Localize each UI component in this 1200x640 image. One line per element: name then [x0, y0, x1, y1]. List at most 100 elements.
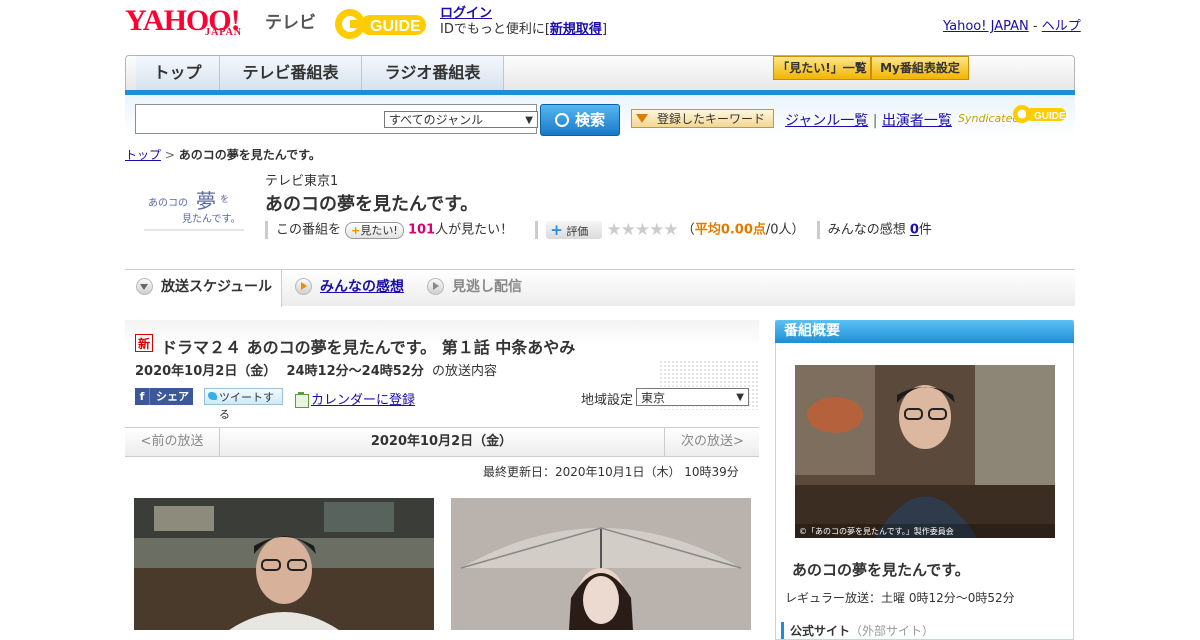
search-button[interactable]: 検索 [540, 104, 620, 136]
program-overview-heading: 番組概要 [775, 320, 1074, 343]
dropdown-arrow-icon: ▼ [525, 115, 533, 126]
dropdown-arrow-icon: ▼ [736, 392, 744, 403]
login-prompt: IDでもっと便利に[ [440, 22, 550, 37]
nav-tab-top[interactable]: トップ [136, 56, 220, 90]
impressions-label: みんなの感想 [827, 222, 906, 238]
circle-arrow-right-icon [427, 277, 444, 295]
meta-divider [816, 221, 820, 239]
average-people: /0人） [765, 222, 805, 238]
gguide-logo-icon[interactable]: GUIDE [334, 6, 432, 42]
episode-datetime: 2020年10月2日（金） 24時12分～24時52分 の放送内容 [135, 360, 497, 379]
tab-broadcast-schedule-label: 放送スケジュール [161, 279, 273, 295]
mitai-suffix: 人が見たい！ [435, 222, 514, 238]
previous-broadcast-link[interactable]: <前の放送 [125, 428, 220, 456]
tab-broadcast-schedule[interactable]: 放送スケジュール [136, 270, 272, 306]
my-schedule-settings-button[interactable]: My番組表設定 [871, 56, 969, 80]
episode-suffix: の放送内容 [431, 364, 497, 379]
nav-tab-tv-schedule[interactable]: テレビ番組表 [220, 56, 362, 90]
facebook-icon: f [135, 388, 150, 405]
yahoo-japan-logo-text: JAPAN [205, 27, 243, 38]
help-separator: - [1032, 19, 1038, 34]
rating-stars-icon: ★★★★★ [606, 220, 678, 240]
mitai-count: 101 [407, 222, 436, 238]
twitter-bird-icon [208, 392, 217, 400]
performer-list-link[interactable]: 出演者一覧 [882, 113, 952, 129]
episode-time: 24時12分～24時52分 [286, 364, 424, 379]
plus-icon: + [550, 221, 563, 239]
want-list-button[interactable]: 「見たい!」一覧 [773, 56, 871, 80]
genre-list-link[interactable]: ジャンル一覧 [785, 113, 868, 129]
search-links-divider: | [872, 113, 878, 129]
svg-text:見たんです。: 見たんです。 [182, 213, 241, 225]
tab-impressions-link[interactable]: みんなの感想 [320, 279, 404, 295]
episode-photo-man[interactable] [134, 498, 434, 630]
genre-select[interactable]: すべてのジャンル ▼ [384, 111, 538, 128]
registered-keyword-label: 登録したキーワード [656, 112, 765, 126]
average-score: 平均0.00点 [694, 222, 766, 238]
search-button-label: 検索 [574, 111, 605, 129]
next-broadcast-link[interactable]: 次の放送> [664, 428, 760, 456]
official-site-note: （外部サイト） [850, 624, 935, 638]
login-block: ログイン IDでもっと便利に[新規取得] [440, 6, 607, 38]
official-site-heading: 公式サイト（外部サイト） [781, 622, 934, 639]
episode-photo-woman-umbrella[interactable] [451, 498, 751, 630]
tweet-button[interactable]: ツイートする [204, 388, 283, 421]
circle-arrow-down-icon [136, 277, 153, 295]
search-links: ジャンル一覧 | 出演者一覧 [785, 110, 952, 130]
top-links: Yahoo! JAPAN - ヘルプ [943, 15, 1081, 34]
tab-missed-streaming[interactable]: 見逃し配信 [427, 270, 522, 306]
login-link[interactable]: ログイン [440, 6, 492, 21]
register-close: ] [601, 22, 608, 37]
program-meta-row: この番組を +見たい! 101人が見たい！ + 評価 ★★★★★ （平均0.00… [265, 220, 932, 240]
register-link[interactable]: 新規取得 [550, 22, 602, 37]
channel-name: テレビ東京1 [265, 174, 339, 189]
program-overview-photo[interactable]: ©「あのコの夢を見たんです。」製作委員会 [795, 365, 1055, 538]
calendar-register-link[interactable]: カレンダーに登録 [311, 393, 415, 408]
program-title: あのコの夢を見たんです。 [265, 194, 479, 215]
plus-icon: + [351, 223, 361, 237]
facebook-share-button[interactable]: f シェア [135, 388, 193, 405]
region-label: 地域設定 [581, 393, 634, 408]
registered-keyword-button[interactable]: 登録したキーワード [631, 109, 774, 128]
syndicated-gguide-text: GUIDE [1034, 111, 1066, 122]
rating-button-label: 評価 [566, 225, 589, 238]
gguide-text: GUIDE [370, 18, 421, 35]
svg-text:あのコの: あのコの [148, 197, 188, 209]
regular-broadcast-time: レギュラー放送：土曜 0時12分～0時52分 [785, 591, 1015, 605]
genre-select-value: すべてのジャンル [389, 113, 484, 127]
breadcrumb: トップ > あのコの夢を見たんです。 [125, 146, 321, 163]
mitai-button-label: 見たい! [360, 223, 398, 237]
rating-button[interactable]: + 評価 [546, 221, 603, 239]
region-select[interactable]: 東京 ▼ [636, 388, 749, 406]
help-link[interactable]: ヘルプ [1042, 19, 1081, 34]
episode-title: ドラマ２４ あのコの夢を見たんです。 第１話 中条あやみ [161, 338, 576, 357]
overview-program-title: あのコの夢を見たんです。 [792, 561, 970, 579]
breadcrumb-top-link[interactable]: トップ [125, 148, 161, 162]
program-title-logo-image: あのコの 夢 を 見たんです。 [142, 182, 246, 236]
avg-open: （ [681, 222, 695, 238]
episode-date: 2020年10月2日（金） [135, 364, 277, 379]
circle-arrow-right-icon [295, 277, 312, 295]
breadcrumb-current: あのコの夢を見たんです。 [178, 148, 321, 162]
tab-impressions[interactable]: みんなの感想 [295, 270, 404, 306]
tab-missed-streaming-label: 見逃し配信 [452, 279, 522, 295]
svg-text:夢: 夢 [196, 189, 216, 213]
magnifier-icon [554, 112, 569, 127]
impressions-count-link[interactable]: 0 [910, 223, 919, 238]
syndicated-gguide-logo-icon: GUIDE [1013, 105, 1066, 123]
breadcrumb-separator: > [164, 148, 175, 162]
meta-divider [535, 221, 539, 239]
region-select-value: 東京 [641, 391, 666, 405]
yahoo-japan-link[interactable]: Yahoo! JAPAN [943, 19, 1029, 34]
triangle-down-icon [636, 114, 648, 123]
official-site-label: 公式サイト [790, 624, 851, 638]
svg-text:を: を [220, 194, 229, 205]
calendar-register: カレンダーに登録 [295, 389, 415, 408]
new-badge: 新 [135, 334, 153, 352]
nav-tab-radio-schedule[interactable]: ラジオ番組表 [362, 56, 504, 90]
pager-current-date: 2020年10月2日（金） [370, 434, 513, 449]
this-program-label: この番組を [276, 222, 342, 238]
photo-copyright: ©「あのコの夢を見たんです。」製作委員会 [799, 526, 954, 536]
tv-label[interactable]: テレビ [265, 8, 316, 33]
mitai-button[interactable]: +見たい! [345, 221, 404, 239]
